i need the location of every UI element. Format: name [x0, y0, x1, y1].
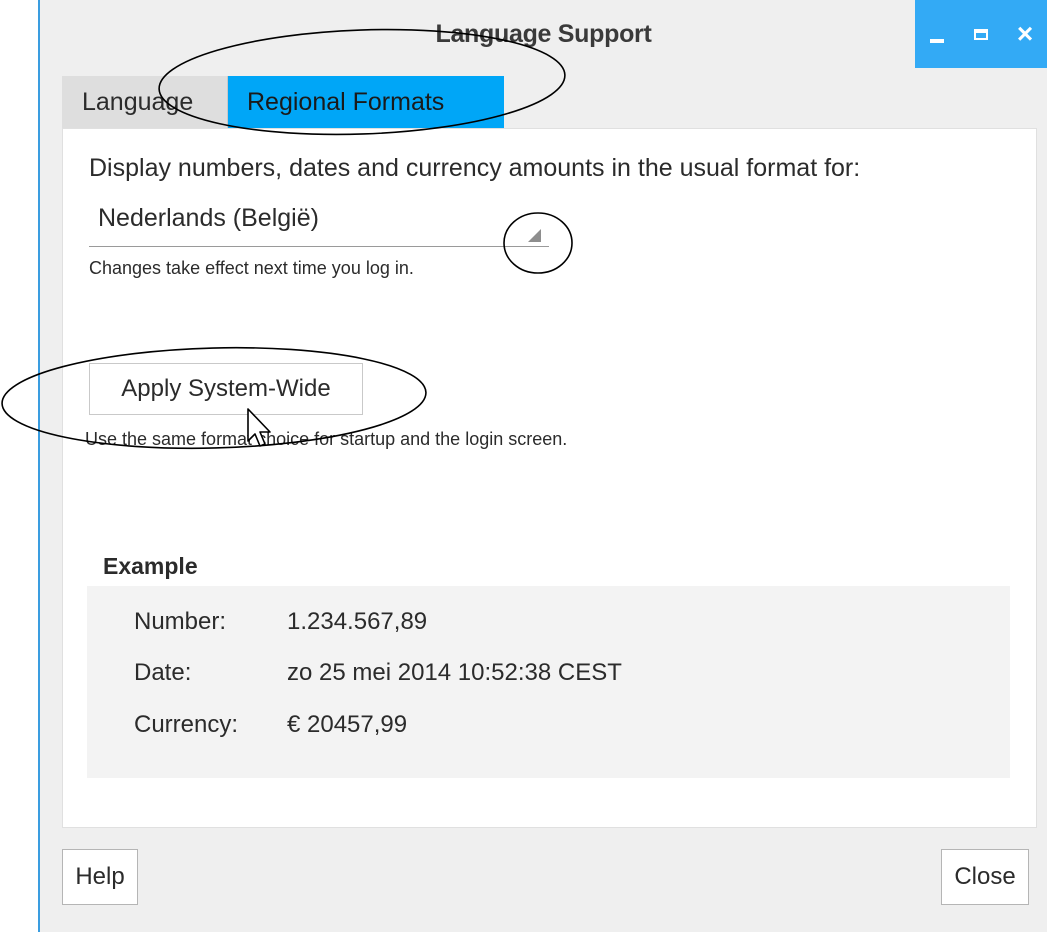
close-window-button[interactable]: ×	[1003, 0, 1047, 68]
help-button[interactable]: Help	[62, 849, 138, 905]
minimize-icon	[930, 39, 944, 43]
example-currency-label: Currency:	[134, 711, 239, 738]
close-icon: ×	[1016, 18, 1034, 49]
minimize-button[interactable]	[915, 0, 959, 68]
example-date-label: Date:	[134, 659, 192, 686]
example-number-label: Number:	[134, 608, 227, 635]
format-dropdown-value: Nederlands (België)	[98, 204, 319, 232]
apply-hint: Use the same format choice for startup a…	[85, 429, 568, 449]
dropdown-arrow-icon	[528, 229, 541, 242]
example-title: Example	[103, 553, 198, 579]
apply-system-wide-button[interactable]: Apply System-Wide	[89, 363, 363, 415]
example-date-value: zo 25 mei 2014 10:52:38 CEST	[287, 659, 622, 686]
title-bar[interactable]: Language Support ×	[40, 0, 1047, 68]
window-title: Language Support	[435, 20, 652, 48]
login-hint: Changes take effect next time you log in…	[89, 258, 414, 278]
example-currency-value: € 20457,99	[287, 711, 408, 738]
tab-language[interactable]: Language	[62, 76, 228, 128]
tab-regional-formats[interactable]: Regional Formats	[228, 76, 504, 128]
language-support-window: Language Support × Language Regional For…	[40, 0, 1047, 932]
close-button[interactable]: Close	[941, 849, 1029, 905]
maximize-icon	[974, 28, 988, 40]
format-prompt: Display numbers, dates and currency amou…	[89, 154, 861, 182]
maximize-button[interactable]	[959, 0, 1003, 68]
example-number-value: 1.234.567,89	[287, 608, 428, 635]
format-dropdown[interactable]: Nederlands (België)	[89, 196, 549, 247]
